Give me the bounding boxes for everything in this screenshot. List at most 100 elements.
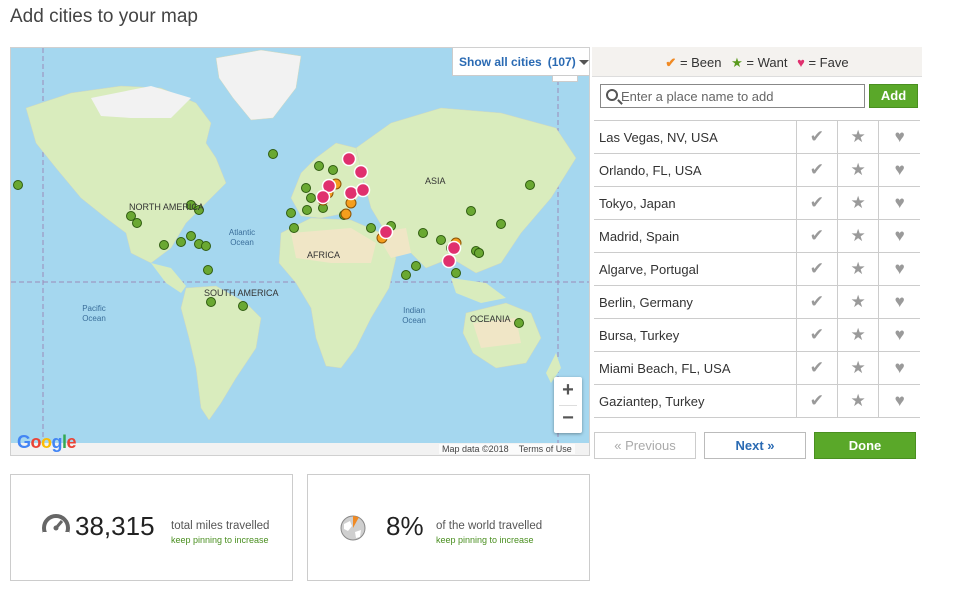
star-icon: ★	[850, 325, 866, 344]
miles-sub: keep pinning to increase	[171, 535, 269, 545]
mark-been-button[interactable]: ✔	[795, 351, 838, 385]
mark-been-button[interactable]: ✔	[795, 252, 838, 286]
city-row: Bursa, Turkey ✔ ★ ♥	[594, 318, 920, 352]
mark-been-button[interactable]: ✔	[795, 285, 838, 319]
city-name: Bursa, Turkey	[594, 318, 797, 352]
mark-fave-button[interactable]: ♥	[878, 252, 920, 286]
star-icon: ★	[850, 226, 866, 245]
star-icon: ★	[850, 391, 866, 410]
world-map[interactable]: NORTH AMERICA SOUTH AMERICA AFRICA ASIA …	[10, 47, 590, 456]
heart-icon: ♥	[894, 259, 905, 278]
add-place-button[interactable]: Add	[869, 84, 918, 108]
zoom-out-button[interactable]: −	[554, 405, 582, 433]
map-label-south-america: SOUTH AMERICA	[204, 288, 279, 298]
city-row: Miami Beach, FL, USA ✔ ★ ♥	[594, 351, 920, 385]
star-icon: ★	[850, 127, 866, 146]
mark-want-button[interactable]: ★	[836, 186, 879, 220]
map-data-credit: Map data ©2018	[442, 444, 509, 454]
mark-been-button[interactable]: ✔	[795, 153, 838, 187]
star-icon: ★	[850, 358, 866, 377]
star-icon: ★	[850, 292, 866, 311]
mark-want-button[interactable]: ★	[836, 153, 879, 187]
mark-been-button[interactable]: ✔	[795, 318, 838, 352]
mark-fave-button[interactable]: ♥	[878, 384, 920, 418]
mark-fave-button[interactable]: ♥	[878, 120, 920, 154]
check-icon: ✔	[665, 55, 677, 70]
world-stat-card: 8% of the world travelled keep pinning t…	[307, 474, 590, 581]
miles-stat-card: 38,315 total miles travelled keep pinnin…	[10, 474, 293, 581]
world-value: 8%	[386, 511, 424, 541]
mark-been-button[interactable]: ✔	[795, 219, 838, 253]
city-row: Berlin, Germany ✔ ★ ♥	[594, 285, 920, 319]
star-icon: ★	[850, 193, 866, 212]
city-name: Miami Beach, FL, USA	[594, 351, 797, 385]
google-logo[interactable]: Google	[17, 432, 77, 453]
mark-fave-button[interactable]: ♥	[878, 219, 920, 253]
google-logo-letter: G	[17, 432, 31, 452]
place-search-input[interactable]	[621, 87, 861, 105]
check-icon: ✔	[809, 226, 824, 245]
heart-icon: ♥	[894, 391, 905, 410]
heart-icon: ♥	[894, 292, 905, 311]
mark-want-button[interactable]: ★	[836, 384, 879, 418]
show-all-cities-dropdown[interactable]: Show all cities (107)	[452, 48, 589, 76]
legend-want: = Want	[746, 55, 788, 70]
google-logo-letter: o	[30, 432, 42, 452]
mark-want-button[interactable]: ★	[836, 219, 879, 253]
mark-want-button[interactable]: ★	[836, 318, 879, 352]
city-name: Orlando, FL, USA	[594, 153, 797, 187]
mark-want-button[interactable]: ★	[836, 120, 879, 154]
check-icon: ✔	[809, 259, 824, 278]
mark-fave-button[interactable]: ♥	[878, 351, 920, 385]
city-name: Berlin, Germany	[594, 285, 797, 319]
city-row: Algarve, Portugal ✔ ★ ♥	[594, 252, 920, 286]
heart-icon: ♥	[894, 193, 905, 212]
google-logo-letter: o	[41, 432, 52, 452]
city-name: Tokyo, Japan	[594, 186, 797, 220]
mark-been-button[interactable]: ✔	[795, 384, 838, 418]
zoom-divider	[559, 405, 577, 406]
page-title: Add cities to your map	[10, 6, 198, 27]
mark-want-button[interactable]: ★	[836, 252, 879, 286]
map-label-pacific: Pacific Ocean	[82, 304, 106, 323]
google-logo-letter: g	[51, 432, 63, 452]
heart-icon: ♥	[894, 127, 905, 146]
previous-button[interactable]: « Previous	[594, 432, 696, 459]
speedometer-icon	[42, 514, 70, 542]
mark-want-button[interactable]: ★	[836, 351, 879, 385]
city-row: Las Vegas, NV, USA ✔ ★ ♥	[594, 120, 920, 154]
mark-fave-button[interactable]: ♥	[878, 153, 920, 187]
zoom-in-button[interactable]: +	[554, 377, 582, 405]
city-name: Algarve, Portugal	[594, 252, 797, 286]
heart-icon: ♥	[797, 55, 805, 70]
city-list: Las Vegas, NV, USA ✔ ★ ♥ Orlando, FL, USA ✔ ★ ♥…	[594, 120, 920, 418]
check-icon: ✔	[809, 391, 824, 410]
heart-icon: ♥	[894, 325, 905, 344]
search-icon	[606, 89, 618, 101]
star-icon: ★	[731, 55, 743, 70]
mark-want-button[interactable]: ★	[836, 285, 879, 319]
mark-been-button[interactable]: ✔	[795, 186, 838, 220]
next-button[interactable]: Next »	[704, 432, 806, 459]
city-name: Madrid, Spain	[594, 219, 797, 253]
map-tab-stub	[552, 76, 578, 82]
heart-icon: ♥	[894, 358, 905, 377]
mark-been-button[interactable]: ✔	[795, 120, 838, 154]
map-tiles	[11, 48, 589, 455]
check-icon: ✔	[809, 127, 824, 146]
mark-fave-button[interactable]: ♥	[878, 285, 920, 319]
legend-been: = Been	[679, 55, 722, 70]
map-label-north-america: NORTH AMERICA	[129, 202, 204, 212]
heart-icon: ♥	[894, 160, 905, 179]
mark-fave-button[interactable]: ♥	[878, 186, 920, 220]
legend: ✔ = Been ★ = Want ♥ = Fave	[592, 47, 922, 77]
city-row: Orlando, FL, USA ✔ ★ ♥	[594, 153, 920, 187]
city-name: Gaziantep, Turkey	[594, 384, 797, 418]
mark-fave-button[interactable]: ♥	[878, 318, 920, 352]
miles-label: total miles travelled	[171, 520, 270, 532]
show-all-count: (107)	[547, 55, 576, 69]
check-icon: ✔	[809, 325, 824, 344]
terms-of-use-link[interactable]: Terms of Use	[519, 444, 572, 454]
done-button[interactable]: Done	[814, 432, 916, 459]
google-logo-letter: e	[66, 432, 77, 452]
